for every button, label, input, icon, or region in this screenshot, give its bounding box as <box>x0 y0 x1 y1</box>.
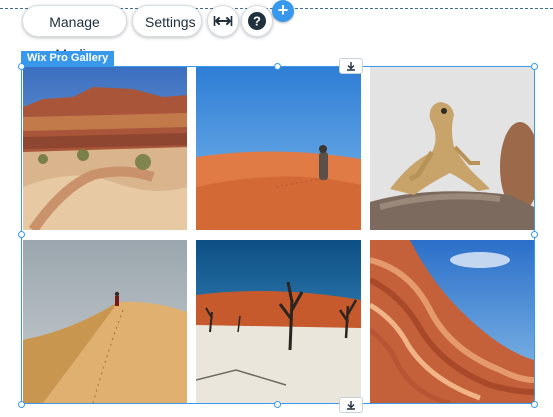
resize-handle-bottom[interactable] <box>274 401 281 408</box>
resize-handle-top-left[interactable] <box>18 63 25 70</box>
help-glyph: ? <box>253 14 261 29</box>
resize-handle-right[interactable] <box>531 231 538 238</box>
plus-icon: + <box>277 0 289 20</box>
help-button[interactable]: ? <box>241 5 273 37</box>
resize-handle-top[interactable] <box>274 63 281 70</box>
selection-frame <box>21 66 535 404</box>
component-label: Wix Pro Gallery <box>21 51 115 66</box>
settings-button[interactable]: Settings <box>132 5 202 37</box>
bottom-stretch-handle[interactable] <box>339 397 363 413</box>
resize-handle-bottom-right[interactable] <box>531 401 538 408</box>
resize-handle-bottom-left[interactable] <box>18 401 25 408</box>
resize-handle-top-right[interactable] <box>531 63 538 70</box>
question-icon: ? <box>248 12 266 30</box>
add-element-button[interactable]: + <box>272 0 294 22</box>
download-arrow-icon <box>347 62 355 71</box>
download-arrow-icon <box>347 401 355 410</box>
resize-handle-left[interactable] <box>18 231 25 238</box>
arrows-horizontal-icon <box>213 16 233 26</box>
stretch-button[interactable] <box>207 5 239 37</box>
manage-media-button[interactable]: Manage Media <box>22 5 127 62</box>
top-stretch-handle[interactable] <box>339 58 363 74</box>
